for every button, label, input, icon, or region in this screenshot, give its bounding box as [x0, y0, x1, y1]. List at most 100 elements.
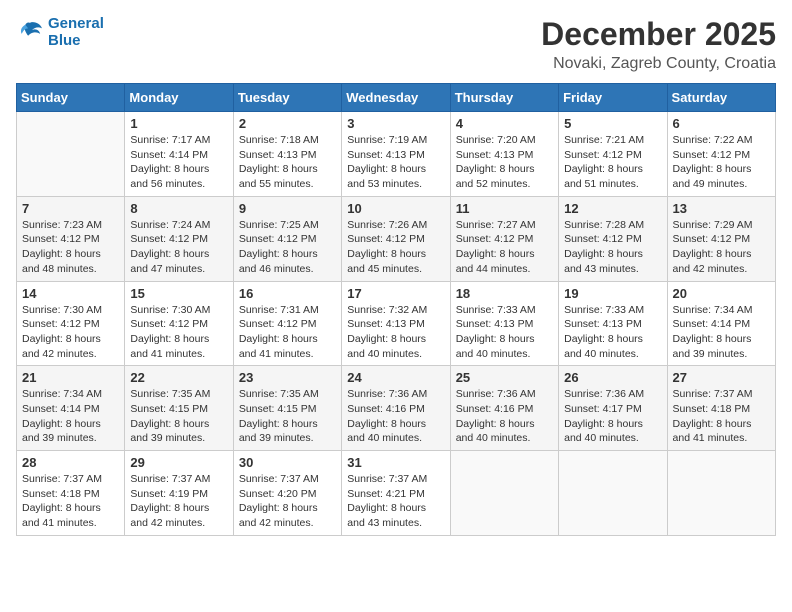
daylight-text: Daylight: 8 hours [130, 333, 209, 345]
sunset-text: Sunset: 4:13 PM [347, 318, 425, 330]
sunrise-text: Sunrise: 7:37 AM [673, 388, 753, 400]
day-number: 20 [673, 286, 770, 301]
sunset-text: Sunset: 4:14 PM [130, 149, 208, 161]
daylight-text: Daylight: 8 hours [564, 248, 643, 260]
day-info: Sunrise: 7:27 AM Sunset: 4:12 PM Dayligh… [456, 218, 553, 277]
day-number: 21 [22, 370, 119, 385]
day-info: Sunrise: 7:33 AM Sunset: 4:13 PM Dayligh… [564, 303, 661, 362]
day-cell: 7 Sunrise: 7:23 AM Sunset: 4:12 PM Dayli… [17, 196, 125, 281]
sunrise-text: Sunrise: 7:31 AM [239, 304, 319, 316]
daylight-text: Daylight: 8 hours [130, 418, 209, 430]
day-info: Sunrise: 7:37 AM Sunset: 4:21 PM Dayligh… [347, 472, 444, 531]
sunrise-text: Sunrise: 7:18 AM [239, 134, 319, 146]
day-cell: 31 Sunrise: 7:37 AM Sunset: 4:21 PM Dayl… [342, 451, 450, 536]
daylight-text-continued: and 40 minutes. [564, 348, 639, 360]
sunset-text: Sunset: 4:19 PM [130, 488, 208, 500]
day-cell: 15 Sunrise: 7:30 AM Sunset: 4:12 PM Dayl… [125, 281, 233, 366]
sunset-text: Sunset: 4:12 PM [456, 233, 534, 245]
sunrise-text: Sunrise: 7:37 AM [347, 473, 427, 485]
sunrise-text: Sunrise: 7:35 AM [239, 388, 319, 400]
weekday-header-row: SundayMondayTuesdayWednesdayThursdayFrid… [17, 84, 776, 112]
day-cell: 4 Sunrise: 7:20 AM Sunset: 4:13 PM Dayli… [450, 112, 558, 197]
day-cell: 19 Sunrise: 7:33 AM Sunset: 4:13 PM Dayl… [559, 281, 667, 366]
sunrise-text: Sunrise: 7:26 AM [347, 219, 427, 231]
daylight-text: Daylight: 8 hours [673, 333, 752, 345]
sunrise-text: Sunrise: 7:17 AM [130, 134, 210, 146]
daylight-text: Daylight: 8 hours [564, 333, 643, 345]
sunset-text: Sunset: 4:13 PM [456, 318, 534, 330]
day-number: 6 [673, 116, 770, 131]
sunrise-text: Sunrise: 7:34 AM [22, 388, 102, 400]
day-info: Sunrise: 7:17 AM Sunset: 4:14 PM Dayligh… [130, 133, 227, 192]
day-number: 3 [347, 116, 444, 131]
day-number: 27 [673, 370, 770, 385]
sunset-text: Sunset: 4:13 PM [564, 318, 642, 330]
daylight-text-continued: and 39 minutes. [22, 432, 97, 444]
day-cell: 3 Sunrise: 7:19 AM Sunset: 4:13 PM Dayli… [342, 112, 450, 197]
sunset-text: Sunset: 4:12 PM [239, 233, 317, 245]
daylight-text-continued: and 40 minutes. [456, 432, 531, 444]
day-number: 5 [564, 116, 661, 131]
sunrise-text: Sunrise: 7:36 AM [456, 388, 536, 400]
daylight-text-continued: and 41 minutes. [130, 348, 205, 360]
day-number: 10 [347, 201, 444, 216]
day-number: 4 [456, 116, 553, 131]
day-info: Sunrise: 7:25 AM Sunset: 4:12 PM Dayligh… [239, 218, 336, 277]
sunrise-text: Sunrise: 7:27 AM [456, 219, 536, 231]
day-number: 14 [22, 286, 119, 301]
day-info: Sunrise: 7:26 AM Sunset: 4:12 PM Dayligh… [347, 218, 444, 277]
day-info: Sunrise: 7:20 AM Sunset: 4:13 PM Dayligh… [456, 133, 553, 192]
day-cell: 17 Sunrise: 7:32 AM Sunset: 4:13 PM Dayl… [342, 281, 450, 366]
daylight-text-continued: and 48 minutes. [22, 263, 97, 275]
day-info: Sunrise: 7:23 AM Sunset: 4:12 PM Dayligh… [22, 218, 119, 277]
sunset-text: Sunset: 4:21 PM [347, 488, 425, 500]
day-number: 23 [239, 370, 336, 385]
sunset-text: Sunset: 4:18 PM [22, 488, 100, 500]
day-cell: 6 Sunrise: 7:22 AM Sunset: 4:12 PM Dayli… [667, 112, 775, 197]
sunrise-text: Sunrise: 7:36 AM [564, 388, 644, 400]
daylight-text-continued: and 42 minutes. [22, 348, 97, 360]
day-info: Sunrise: 7:36 AM Sunset: 4:16 PM Dayligh… [456, 387, 553, 446]
daylight-text: Daylight: 8 hours [564, 418, 643, 430]
day-info: Sunrise: 7:22 AM Sunset: 4:12 PM Dayligh… [673, 133, 770, 192]
day-number: 9 [239, 201, 336, 216]
logo-text: General Blue [48, 16, 104, 49]
daylight-text-continued: and 43 minutes. [564, 263, 639, 275]
daylight-text-continued: and 40 minutes. [456, 348, 531, 360]
daylight-text-continued: and 41 minutes. [239, 348, 314, 360]
daylight-text: Daylight: 8 hours [673, 418, 752, 430]
day-info: Sunrise: 7:28 AM Sunset: 4:12 PM Dayligh… [564, 218, 661, 277]
day-info: Sunrise: 7:30 AM Sunset: 4:12 PM Dayligh… [130, 303, 227, 362]
day-number: 22 [130, 370, 227, 385]
day-number: 13 [673, 201, 770, 216]
daylight-text-continued: and 43 minutes. [347, 517, 422, 529]
day-number: 8 [130, 201, 227, 216]
day-number: 2 [239, 116, 336, 131]
sunset-text: Sunset: 4:13 PM [456, 149, 534, 161]
calendar-table: SundayMondayTuesdayWednesdayThursdayFrid… [16, 83, 776, 536]
day-cell: 13 Sunrise: 7:29 AM Sunset: 4:12 PM Dayl… [667, 196, 775, 281]
sunset-text: Sunset: 4:20 PM [239, 488, 317, 500]
day-cell: 9 Sunrise: 7:25 AM Sunset: 4:12 PM Dayli… [233, 196, 341, 281]
day-number: 7 [22, 201, 119, 216]
day-info: Sunrise: 7:35 AM Sunset: 4:15 PM Dayligh… [239, 387, 336, 446]
daylight-text-continued: and 40 minutes. [564, 432, 639, 444]
day-info: Sunrise: 7:37 AM Sunset: 4:18 PM Dayligh… [22, 472, 119, 531]
day-cell [450, 451, 558, 536]
day-cell: 27 Sunrise: 7:37 AM Sunset: 4:18 PM Dayl… [667, 366, 775, 451]
day-number: 26 [564, 370, 661, 385]
daylight-text-continued: and 53 minutes. [347, 178, 422, 190]
week-row-5: 28 Sunrise: 7:37 AM Sunset: 4:18 PM Dayl… [17, 451, 776, 536]
sunrise-text: Sunrise: 7:30 AM [130, 304, 210, 316]
sunset-text: Sunset: 4:14 PM [22, 403, 100, 415]
day-number: 29 [130, 455, 227, 470]
week-row-3: 14 Sunrise: 7:30 AM Sunset: 4:12 PM Dayl… [17, 281, 776, 366]
day-cell: 16 Sunrise: 7:31 AM Sunset: 4:12 PM Dayl… [233, 281, 341, 366]
daylight-text: Daylight: 8 hours [239, 333, 318, 345]
daylight-text: Daylight: 8 hours [130, 163, 209, 175]
sunrise-text: Sunrise: 7:23 AM [22, 219, 102, 231]
day-cell [559, 451, 667, 536]
day-number: 16 [239, 286, 336, 301]
day-cell: 5 Sunrise: 7:21 AM Sunset: 4:12 PM Dayli… [559, 112, 667, 197]
month-year-title: December 2025 [541, 16, 776, 53]
